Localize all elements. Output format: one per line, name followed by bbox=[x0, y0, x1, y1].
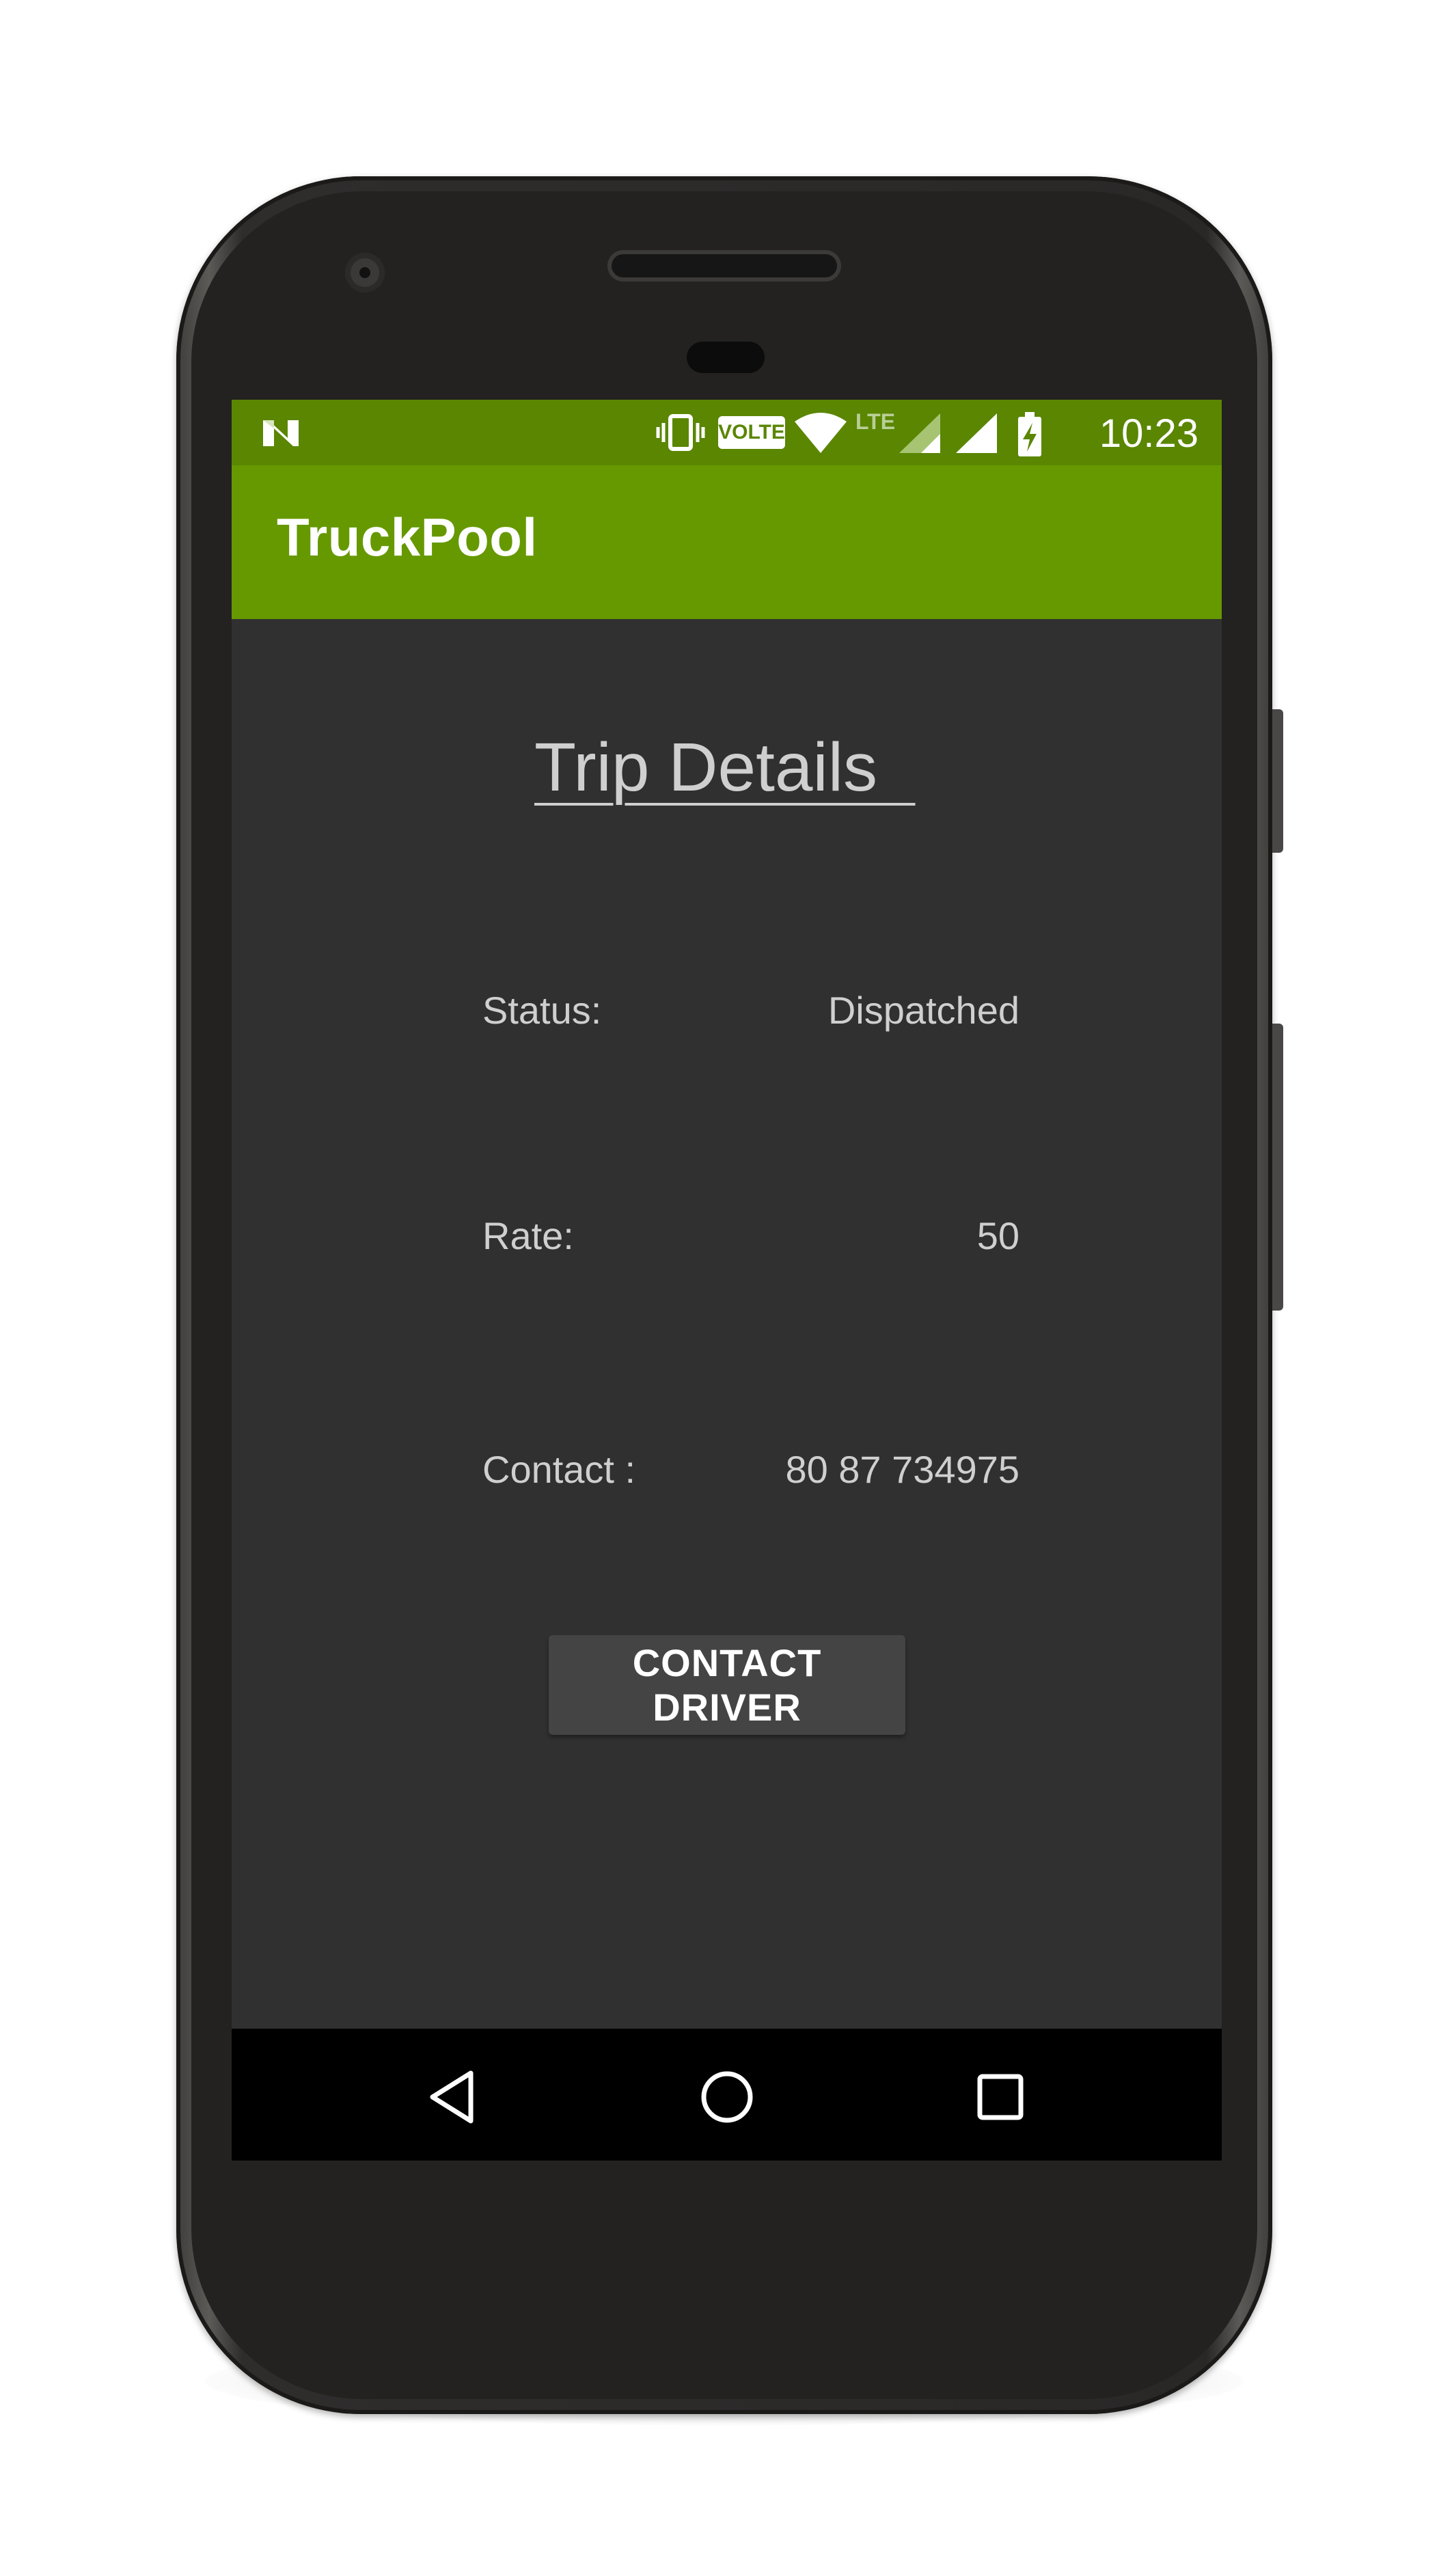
status-value: Dispatched bbox=[827, 989, 1019, 1032]
volume-button bbox=[1272, 1024, 1283, 1311]
volte-label: VOLTE bbox=[718, 421, 785, 443]
trip-details-content: Trip Details Status: Dispatched Rate: 50… bbox=[232, 619, 1222, 2029]
contact-value: 80 87 734975 bbox=[785, 1448, 1019, 1491]
recents-button[interactable] bbox=[970, 2066, 1031, 2128]
notification-n-icon bbox=[263, 420, 299, 446]
lte-label: LTE bbox=[855, 409, 896, 434]
contact-label: Contact : bbox=[482, 1448, 636, 1491]
status-bar: VOLTE LTE 10:23 bbox=[232, 400, 1222, 465]
rate-label: Rate: bbox=[482, 1214, 574, 1257]
app-bar: TruckPool bbox=[232, 465, 1222, 619]
front-camera bbox=[345, 253, 385, 292]
wifi-icon bbox=[795, 413, 847, 453]
lte-signal-icon bbox=[899, 413, 940, 453]
home-button[interactable] bbox=[696, 2066, 758, 2128]
app-title: TruckPool bbox=[277, 507, 538, 567]
recents-icon bbox=[977, 2074, 1024, 2120]
vibrate-icon bbox=[656, 414, 705, 451]
screen: VOLTE LTE 10:23 TruckPool Trip Details S… bbox=[232, 400, 1222, 2161]
contact-driver-button[interactable]: CONTACT DRIVER bbox=[549, 1635, 905, 1735]
rate-value: 50 bbox=[976, 1214, 1019, 1257]
navigation-bar bbox=[232, 2029, 1222, 2161]
trip-details-title: Trip Details bbox=[534, 729, 916, 806]
status-clock: 10:23 bbox=[1099, 411, 1198, 456]
status-label: Status: bbox=[482, 989, 602, 1032]
battery-charging-icon bbox=[1018, 412, 1041, 456]
power-button bbox=[1272, 709, 1283, 853]
proximity-sensor bbox=[687, 342, 765, 373]
earpiece-speaker bbox=[612, 254, 837, 277]
back-button[interactable] bbox=[423, 2066, 484, 2128]
home-icon bbox=[701, 2071, 753, 2123]
signal-icon bbox=[956, 413, 997, 453]
volte-icon: VOLTE bbox=[718, 416, 785, 449]
back-icon bbox=[430, 2070, 474, 2124]
